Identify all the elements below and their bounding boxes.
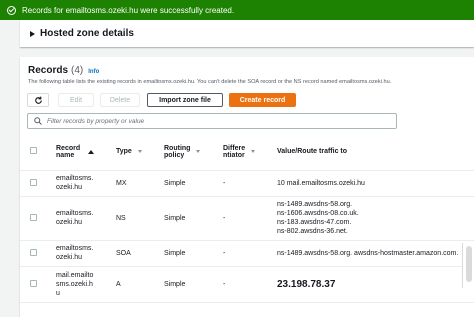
- header-value: Value/Route traffic to: [277, 134, 474, 171]
- refresh-icon: [34, 96, 42, 104]
- differentiator-cell: -: [223, 196, 277, 241]
- sort-icon[interactable]: [251, 150, 256, 154]
- row-checkbox[interactable]: [30, 213, 37, 221]
- scrollbar-thumb[interactable]: [466, 246, 472, 282]
- search-input[interactable]: [47, 117, 347, 125]
- header-diff-l1: Differe: [223, 144, 246, 152]
- vertical-scrollbar[interactable]: [462, 243, 474, 288]
- record-type-cell: A: [116, 266, 164, 303]
- info-link[interactable]: Info: [88, 69, 99, 75]
- record-type-cell: MX: [116, 170, 164, 197]
- header-routing-l2: policy: [164, 151, 185, 159]
- edit-button[interactable]: Edit: [58, 93, 94, 107]
- header-differentiator[interactable]: Differe ntiator: [223, 134, 277, 171]
- records-title: Records: [28, 65, 69, 76]
- row-checkbox[interactable]: [30, 248, 37, 256]
- records-header: Records (4) Info: [28, 65, 99, 76]
- record-name-cell: emailtosms. ozeki.hu: [56, 240, 116, 267]
- records-panel: Records (4) Info The following table lis…: [20, 57, 474, 317]
- table-row[interactable]: emailtosms. ozeki.hu MX Simple - 10 mail.…: [20, 170, 474, 197]
- header-diff-l2: ntiator: [223, 151, 245, 159]
- delete-button[interactable]: Delete: [100, 93, 140, 107]
- value-cell: 10 mail.emailtosms.ozeki.hu: [277, 170, 474, 197]
- header-record-name-l1: Record: [56, 144, 81, 152]
- refresh-button[interactable]: [27, 93, 49, 107]
- records-count: (4): [71, 65, 84, 76]
- expand-caret-icon[interactable]: [30, 30, 35, 37]
- record-name-cell: emailtosms. ozeki.hu: [56, 170, 116, 197]
- record-name-cell: emailtosms. ozeki.hu: [56, 196, 116, 241]
- differentiator-cell: -: [223, 170, 277, 197]
- hosted-zone-title: Hosted zone details: [40, 28, 134, 39]
- hosted-zone-details-panel[interactable]: Hosted zone details: [20, 20, 474, 47]
- record-type-cell: NS: [116, 196, 164, 241]
- header-type-label: Type: [116, 148, 132, 156]
- record-name-cell: mail.emailto sms.ozeki.h u: [56, 266, 116, 303]
- records-description: The following table lists the existing r…: [28, 79, 392, 85]
- routing-policy-cell: Simple: [164, 240, 223, 267]
- header-record-name[interactable]: Record name: [56, 134, 116, 171]
- create-record-button[interactable]: Create record: [229, 93, 296, 107]
- row-checkbox[interactable]: [30, 178, 37, 186]
- row-checkbox[interactable]: [30, 279, 37, 287]
- value-cell: 23.198.78.37: [277, 266, 474, 303]
- filter-records-search[interactable]: [27, 113, 397, 129]
- table-row[interactable]: mail.emailto sms.ozeki.h u A Simple - 23.1…: [20, 266, 474, 303]
- value-cell: ns-1489.awsdns-58.org. ns-1606.awsdns-08.…: [277, 196, 474, 241]
- differentiator-cell: -: [223, 266, 277, 303]
- routing-policy-cell: Simple: [164, 266, 223, 303]
- header-record-name-l2: name: [56, 151, 75, 159]
- sort-icon[interactable]: [196, 150, 201, 154]
- header-routing-l1: Routing: [164, 144, 191, 152]
- success-banner: Records for emailtosms.ozeki.hu were suc…: [0, 0, 474, 20]
- routing-policy-cell: Simple: [164, 196, 223, 241]
- header-type[interactable]: Type: [116, 134, 164, 171]
- select-all-checkbox[interactable]: [30, 147, 37, 155]
- record-type-cell: SOA: [116, 240, 164, 267]
- search-icon: [34, 117, 42, 125]
- banner-message: Records for emailtosms.ozeki.hu were suc…: [22, 5, 235, 15]
- table-row[interactable]: emailtosms. ozeki.hu SOA Simple - ns-1489…: [20, 240, 474, 267]
- table-header-row: Record name Type Routing policy Differe nti…: [20, 134, 474, 171]
- header-routing-policy[interactable]: Routing policy: [164, 134, 223, 171]
- sort-ascending-icon[interactable]: [88, 149, 95, 154]
- routing-policy-cell: Simple: [164, 170, 223, 197]
- header-select-cell: [20, 134, 56, 171]
- differentiator-cell: -: [223, 240, 277, 267]
- table-row[interactable]: emailtosms. ozeki.hu NS Simple - ns-1489.…: [20, 196, 474, 241]
- records-table: Record name Type Routing policy Differe nti…: [20, 134, 474, 303]
- value-cell: ns-1489.awsdns-58.org. awsdns-hostmaster…: [277, 240, 474, 267]
- import-zone-file-button[interactable]: Import zone file: [147, 93, 223, 107]
- sort-icon[interactable]: [137, 150, 142, 154]
- check-circle-icon: [7, 5, 16, 15]
